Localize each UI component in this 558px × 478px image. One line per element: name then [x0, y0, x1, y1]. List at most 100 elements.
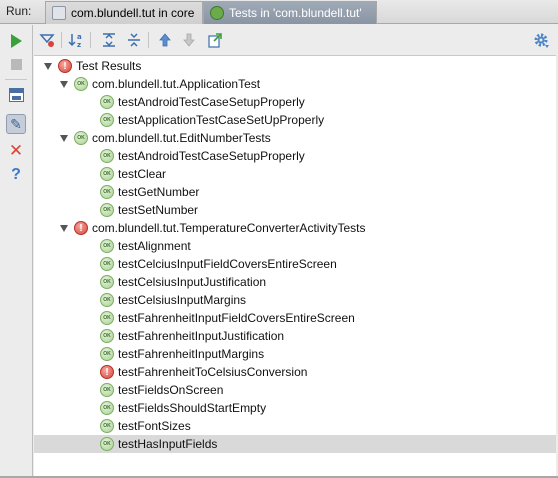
test-row[interactable]: OK testAndroidTestCaseSetupProperly	[34, 93, 556, 111]
collapse-all-icon	[128, 33, 140, 47]
test-label: testApplicationTestCaseSetUpProperly	[118, 113, 325, 127]
layout-button[interactable]	[6, 85, 26, 105]
test-label: testSetNumber	[118, 203, 199, 217]
pass-status-icon: OK	[100, 401, 114, 415]
test-label: testCelciusInputFieldCoversEntireScreen	[118, 257, 337, 271]
test-label: testClear	[118, 167, 167, 181]
next-failed-icon	[183, 33, 195, 47]
pass-status-icon: OK	[74, 77, 88, 91]
suite-row[interactable]: ! com.blundell.tut.TemperatureConverterA…	[34, 219, 556, 237]
export-icon	[208, 33, 222, 48]
fail-status-icon: !	[100, 365, 114, 379]
toolbar-divider	[90, 32, 91, 48]
test-row[interactable]: OK testSetNumber	[34, 201, 556, 219]
chevron-down-icon	[60, 80, 68, 88]
pass-status-icon: OK	[100, 383, 114, 397]
pass-status-icon: OK	[100, 239, 114, 253]
previous-failed-icon	[159, 33, 171, 47]
test-row-selected[interactable]: OK testHasInputFields	[34, 435, 556, 453]
test-row[interactable]: OK testFontSizes	[34, 417, 556, 435]
hide-passed-icon	[39, 34, 55, 47]
test-run-icon	[210, 6, 224, 20]
fail-status-icon: !	[58, 59, 72, 73]
test-label: testFahrenheitInputFieldCoversEntireScre…	[118, 311, 355, 325]
export-button[interactable]	[206, 31, 224, 49]
pass-status-icon: OK	[100, 185, 114, 199]
test-row[interactable]: OK testAndroidTestCaseSetupProperly	[34, 147, 556, 165]
pass-status-icon: OK	[100, 347, 114, 361]
toolbar-divider	[148, 32, 149, 48]
tree-root-row[interactable]: ! Test Results	[34, 57, 556, 75]
rerun-button[interactable]	[6, 31, 26, 51]
test-label: testFieldsOnScreen	[118, 383, 224, 397]
close-icon: ✕	[8, 140, 24, 160]
toolbar-divider	[61, 32, 62, 48]
test-label: testFahrenheitInputMargins	[118, 347, 265, 361]
settings-icon	[534, 33, 549, 48]
run-tab-bar: Run: com.blundell.tut in core Tests in '…	[0, 0, 558, 24]
pass-status-icon: OK	[100, 293, 114, 307]
pass-status-icon: OK	[100, 419, 114, 433]
test-row[interactable]: OK testCelsiusInputMargins	[34, 291, 556, 309]
test-row[interactable]: OK testCelsiusInputJustification	[34, 273, 556, 291]
run-label: Run:	[6, 4, 32, 18]
layout-icon	[8, 88, 24, 102]
pass-status-icon: OK	[100, 167, 114, 181]
pass-status-icon: OK	[100, 311, 114, 325]
test-row[interactable]: OK testFieldsOnScreen	[34, 381, 556, 399]
tab-tests[interactable]: Tests in 'com.blundell.tut'	[203, 1, 377, 24]
test-row[interactable]: OK testCelciusInputFieldCoversEntireScre…	[34, 255, 556, 273]
pass-status-icon: OK	[100, 275, 114, 289]
suite-label: com.blundell.tut.EditNumberTests	[92, 131, 271, 145]
tab-core-config-label: com.blundell.tut in core	[71, 6, 195, 20]
pin-icon: ✎	[10, 116, 22, 132]
expand-all-button[interactable]	[100, 31, 118, 49]
test-label: testFahrenheitInputJustification	[118, 329, 285, 343]
stop-button[interactable]	[6, 54, 26, 74]
chevron-down-icon	[60, 134, 68, 142]
previous-failed-button[interactable]	[156, 31, 174, 49]
suite-label: com.blundell.tut.TemperatureConverterAct…	[92, 221, 366, 235]
pin-button[interactable]: ✎	[6, 114, 26, 134]
left-toolbar: ✎ ✕ ?	[0, 25, 33, 478]
close-button[interactable]: ✕	[6, 140, 26, 160]
test-row[interactable]: OK testClear	[34, 165, 556, 183]
test-row[interactable]: OK testAlignment	[34, 237, 556, 255]
next-failed-button[interactable]	[180, 31, 198, 49]
test-results-tree: ! Test Results OK com.blundell.tut.Appli…	[34, 55, 556, 476]
tab-tests-label: Tests in 'com.blundell.tut'	[229, 6, 362, 20]
suite-row[interactable]: OK com.blundell.tut.EditNumberTests	[34, 129, 556, 147]
pass-status-icon: OK	[100, 437, 114, 451]
sort-alpha-button[interactable]: a z	[67, 31, 85, 49]
svg-text:a: a	[77, 33, 82, 41]
help-button[interactable]: ?	[6, 165, 26, 185]
suite-row[interactable]: OK com.blundell.tut.ApplicationTest	[34, 75, 556, 93]
test-label: testGetNumber	[118, 185, 200, 199]
chevron-down-icon	[60, 224, 68, 232]
collapse-all-button[interactable]	[125, 31, 143, 49]
test-label: testFontSizes	[118, 419, 191, 433]
test-row[interactable]: OK testApplicationTestCaseSetUpProperly	[34, 111, 556, 129]
pass-status-icon: OK	[100, 203, 114, 217]
test-row[interactable]: OK testFahrenheitInputFieldCoversEntireS…	[34, 309, 556, 327]
test-label: testHasInputFields	[118, 437, 218, 451]
test-row[interactable]: ! testFahrenheitToCelsiusConversion	[34, 363, 556, 381]
pass-status-icon: OK	[100, 257, 114, 271]
sort-alpha-icon: a z	[68, 33, 82, 48]
stop-icon	[10, 58, 22, 70]
root-label: Test Results	[76, 59, 142, 73]
suite-label: com.blundell.tut.ApplicationTest	[92, 77, 261, 91]
test-row[interactable]: OK testFahrenheitInputJustification	[34, 327, 556, 345]
pass-status-icon: OK	[100, 149, 114, 163]
toolbar-divider	[5, 79, 27, 80]
test-row[interactable]: OK testGetNumber	[34, 183, 556, 201]
test-label: testFieldsShouldStartEmpty	[118, 401, 267, 415]
settings-button[interactable]	[532, 31, 550, 49]
test-row[interactable]: OK testFieldsShouldStartEmpty	[34, 399, 556, 417]
test-label: testCelsiusInputJustification	[118, 275, 267, 289]
hide-passed-button[interactable]	[38, 31, 56, 49]
test-row[interactable]: OK testFahrenheitInputMargins	[34, 345, 556, 363]
tab-core-config[interactable]: com.blundell.tut in core	[45, 1, 203, 24]
help-icon: ?	[11, 166, 21, 183]
test-label: testAlignment	[118, 239, 191, 253]
